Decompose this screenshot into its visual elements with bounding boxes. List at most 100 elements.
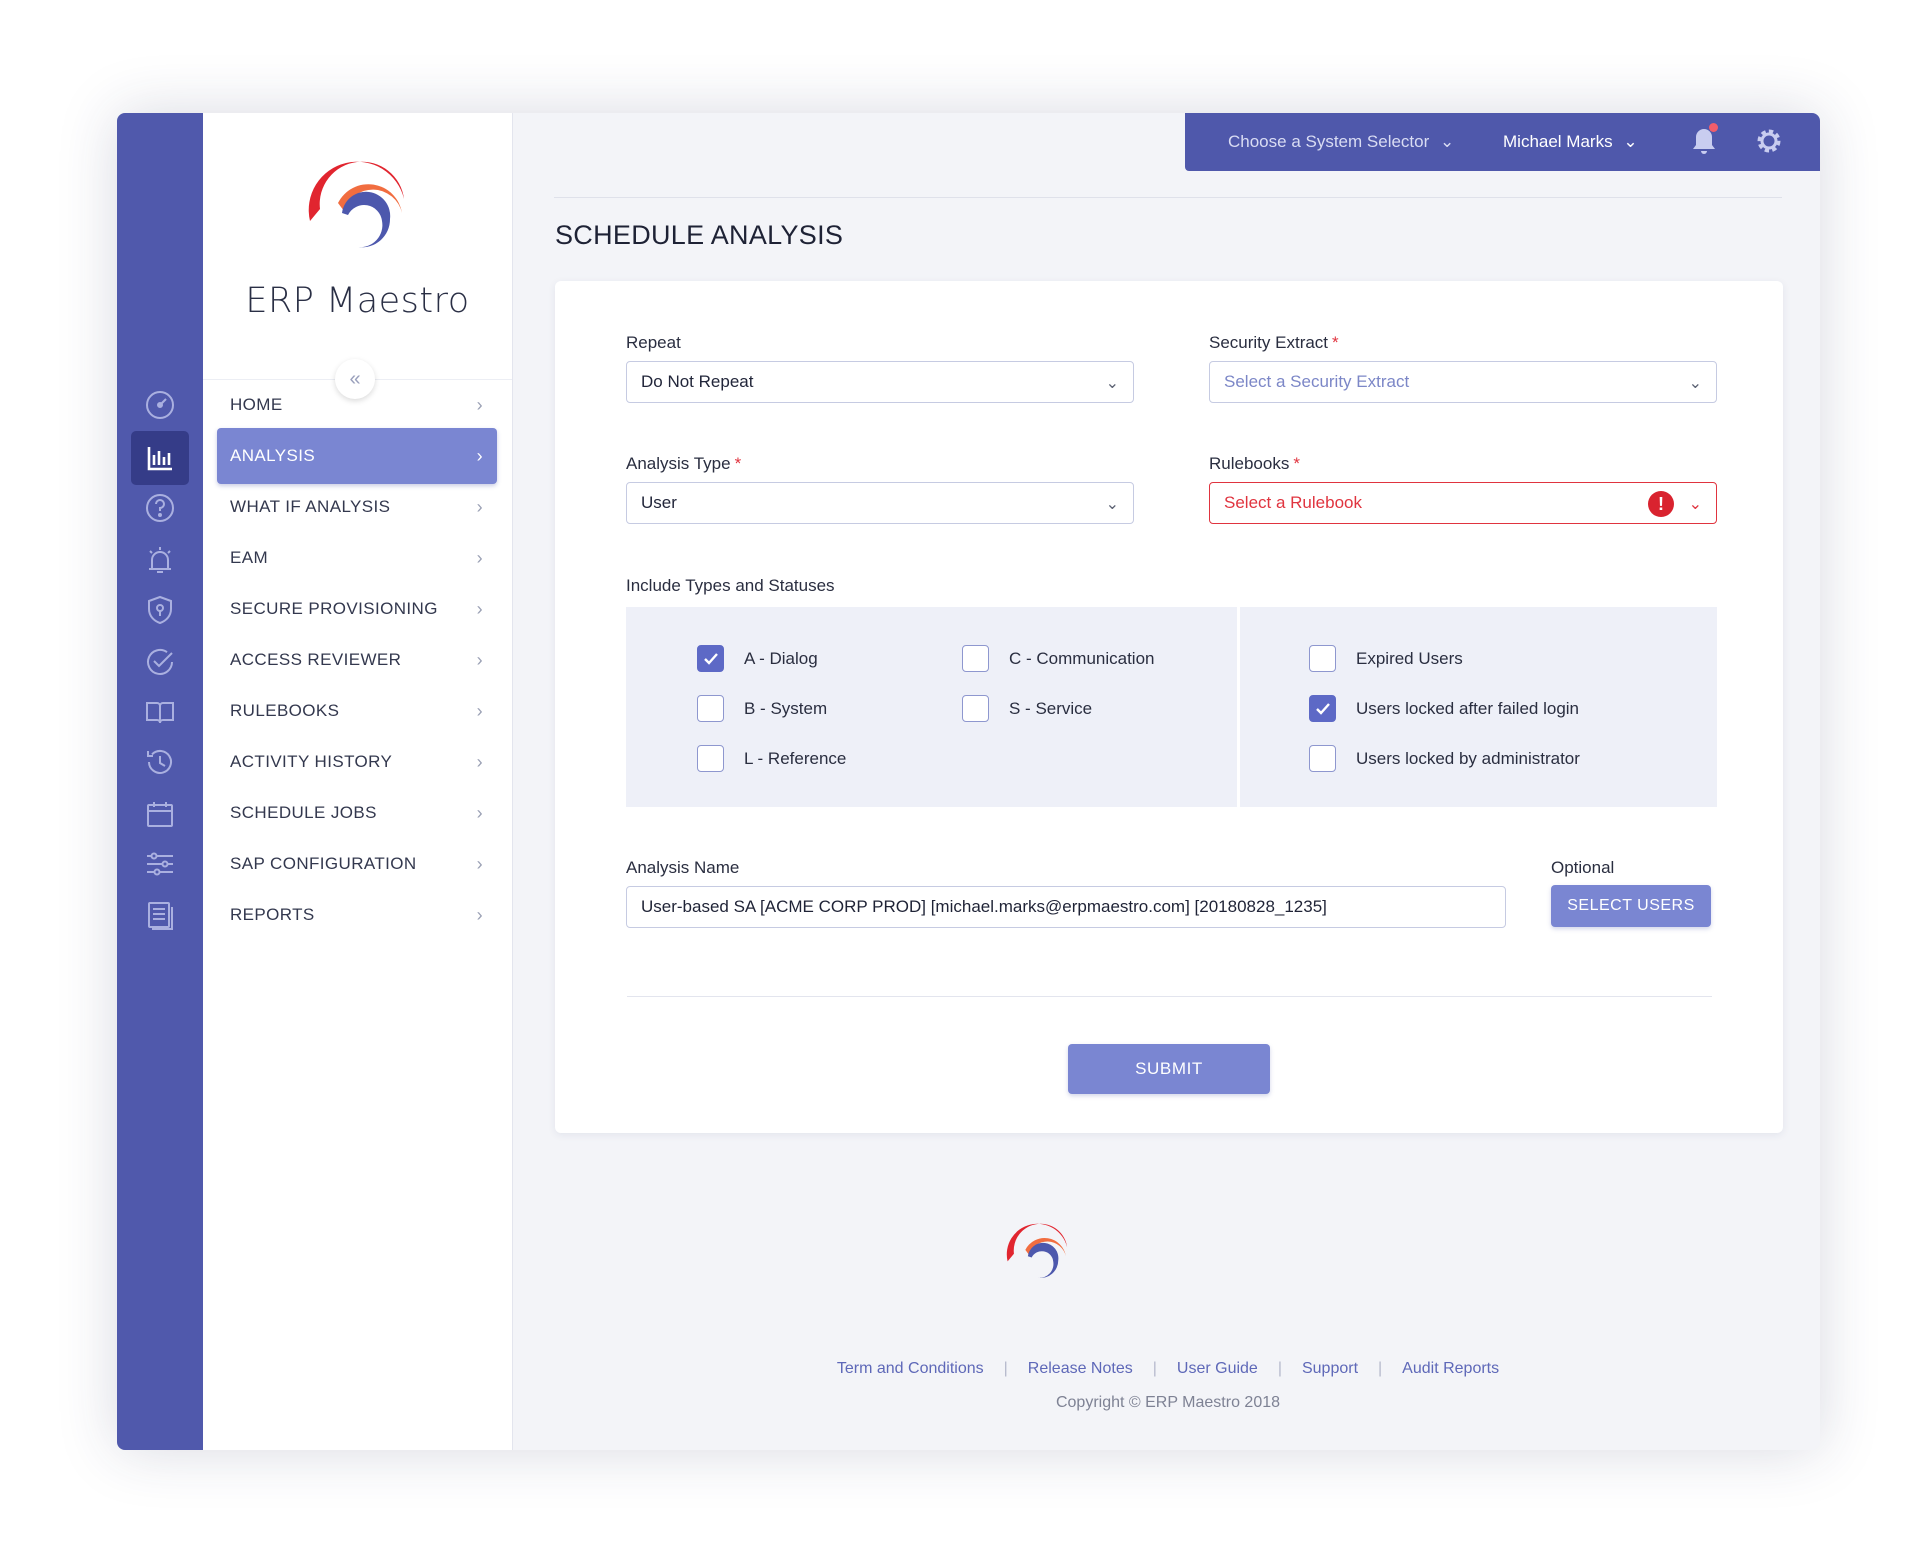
help-icon[interactable]: [131, 481, 189, 535]
rulebooks-label: Rulebooks *: [1209, 454, 1300, 473]
checkbox-label: Users locked after failed login: [1356, 698, 1580, 718]
checkbox-b-system[interactable]: B - System: [697, 695, 827, 722]
footer-link-support[interactable]: Support: [1302, 1360, 1358, 1378]
chevron-right-icon: ›: [476, 854, 483, 874]
checkbox-unchecked[interactable]: [962, 695, 989, 722]
checkbox-unchecked[interactable]: [962, 645, 989, 672]
header-divider: [554, 197, 1782, 198]
analysis-name-value: User-based SA [ACME CORP PROD] [michael.…: [641, 897, 1327, 916]
chevron-right-icon: ›: [476, 497, 483, 517]
sidebar-item-sap-configuration[interactable]: SAP CONFIGURATION ›: [217, 836, 497, 892]
sidebar-item-label: ANALYSIS: [230, 446, 316, 465]
sidebar-item-label: SCHEDULE JOBS: [230, 803, 377, 822]
checkbox-unchecked[interactable]: [1309, 745, 1336, 772]
types-section-label: Include Types and Statuses: [626, 576, 835, 595]
user-menu-dropdown[interactable]: Michael Marks ⌄: [1503, 132, 1638, 152]
sidebar-item-access-reviewer[interactable]: ACCESS REVIEWER ›: [217, 632, 497, 688]
speedometer-icon[interactable]: [131, 378, 189, 432]
chevron-down-icon: ⌄: [1688, 496, 1702, 513]
sidebar-item-label: RULEBOOKS: [230, 701, 340, 720]
chevron-right-icon: ›: [476, 803, 483, 823]
system-selector-label: Choose a System Selector: [1228, 132, 1430, 151]
shield-icon[interactable]: [131, 583, 189, 637]
chevron-down-icon: ⌄: [1623, 132, 1638, 151]
sidebar-item-label: SAP CONFIGURATION: [230, 854, 417, 873]
checkbox-users-locked-by-admin[interactable]: Users locked by administrator: [1309, 745, 1580, 772]
sidebar-item-label: ACTIVITY HISTORY: [230, 752, 393, 771]
analysis-type-label: Analysis Type *: [626, 454, 742, 473]
sliders-icon[interactable]: [131, 837, 189, 891]
schedule-analysis-form: Repeat Do Not Repeat ⌄ Security Extract *…: [555, 281, 1783, 1133]
sidebar-item-home[interactable]: HOME ›: [217, 377, 497, 433]
checkbox-label: A - Dialog: [744, 648, 818, 668]
chevron-right-icon: ›: [476, 446, 483, 466]
sidebar-item-activity-history[interactable]: ACTIVITY HISTORY ›: [217, 734, 497, 790]
checkbox-unchecked[interactable]: [697, 695, 724, 722]
user-name: Michael Marks: [1503, 132, 1613, 151]
footer-link-terms[interactable]: Term and Conditions: [837, 1360, 984, 1378]
chevron-down-icon: ⌄: [1688, 375, 1702, 392]
chevron-right-icon: ›: [476, 905, 483, 925]
chevron-down-icon: ⌄: [1105, 375, 1119, 392]
select-users-button[interactable]: SELECT USERS: [1551, 885, 1711, 927]
gear-icon[interactable]: [1754, 126, 1784, 161]
chevron-down-icon: ⌄: [1440, 132, 1455, 151]
calendar-icon[interactable]: [131, 787, 189, 841]
analysis-type-select[interactable]: User ⌄: [626, 482, 1134, 524]
checkbox-label: C - Communication: [1009, 648, 1155, 668]
sidebar-item-eam[interactable]: EAM ›: [217, 530, 497, 586]
separator: |: [1152, 1360, 1157, 1377]
checkbox-label: Users locked by administrator: [1356, 748, 1580, 768]
checkbox-label: Expired Users: [1356, 648, 1463, 668]
security-extract-placeholder: Select a Security Extract: [1224, 372, 1410, 391]
history-icon[interactable]: [131, 735, 189, 789]
sidebar-item-label: EAM: [230, 548, 269, 567]
bar-chart-icon[interactable]: [131, 431, 189, 485]
checkbox-expired-users[interactable]: Expired Users: [1309, 645, 1463, 672]
footer-link-release-notes[interactable]: Release Notes: [1028, 1360, 1133, 1378]
analysis-name-input[interactable]: User-based SA [ACME CORP PROD] [michael.…: [626, 886, 1506, 928]
sidebar-item-label: REPORTS: [230, 905, 315, 924]
checkbox-label: S - Service: [1009, 698, 1093, 718]
footer-link-user-guide[interactable]: User Guide: [1177, 1360, 1258, 1378]
sidebar-item-analysis[interactable]: ANALYSIS ›: [217, 428, 497, 484]
checkbox-unchecked[interactable]: [1309, 645, 1336, 672]
security-extract-label: Security Extract *: [1209, 333, 1339, 352]
submit-button[interactable]: SUBMIT: [1068, 1044, 1270, 1094]
separator: |: [1277, 1360, 1282, 1377]
separator: |: [1003, 1360, 1008, 1377]
document-icon[interactable]: [131, 889, 189, 943]
system-selector-dropdown[interactable]: Choose a System Selector ⌄: [1228, 132, 1454, 152]
checkbox-checked[interactable]: [697, 645, 724, 672]
check-circle-icon[interactable]: [131, 635, 189, 689]
repeat-select[interactable]: Do Not Repeat ⌄: [626, 361, 1134, 403]
chevron-right-icon: ›: [476, 650, 483, 670]
security-extract-select[interactable]: Select a Security Extract ⌄: [1209, 361, 1717, 403]
sidebar-item-schedule-jobs[interactable]: SCHEDULE JOBS ›: [217, 785, 497, 841]
sidebar-item-label: WHAT IF ANALYSIS: [230, 497, 391, 516]
book-icon[interactable]: [131, 685, 189, 739]
sidebar-item-what-if-analysis[interactable]: WHAT IF ANALYSIS ›: [217, 479, 497, 535]
chevron-right-icon: ›: [476, 701, 483, 721]
chevron-right-icon: ›: [476, 548, 483, 568]
checkbox-users-locked-failed-login[interactable]: Users locked after failed login: [1309, 695, 1579, 722]
sidebar-item-rulebooks[interactable]: RULEBOOKS ›: [217, 683, 497, 739]
sidebar-item-secure-provisioning[interactable]: SECURE PROVISIONING ›: [217, 581, 497, 637]
app-window: ERP Maestro « HOME › ANALYSIS › WHAT IF AN…: [117, 113, 1820, 1450]
checkbox-l-reference[interactable]: L - Reference: [697, 745, 846, 772]
separator: |: [1378, 1360, 1383, 1377]
checkbox-c-communication[interactable]: C - Communication: [962, 645, 1155, 672]
sidebar-item-reports[interactable]: REPORTS ›: [217, 887, 497, 943]
sidebar-item-label: SECURE PROVISIONING: [230, 599, 438, 618]
analysis-name-label: Analysis Name: [626, 858, 740, 877]
copyright: Copyright © ERP Maestro 2018: [1055, 1394, 1281, 1411]
alarm-icon[interactable]: [131, 533, 189, 587]
checkbox-s-service[interactable]: S - Service: [962, 695, 1092, 722]
checkbox-a-dialog[interactable]: A - Dialog: [697, 645, 818, 672]
rulebooks-select[interactable]: Select a Rulebook ! ⌄: [1209, 482, 1717, 524]
checkbox-checked[interactable]: [1309, 695, 1336, 722]
footer-link-audit-reports[interactable]: Audit Reports: [1402, 1360, 1499, 1378]
rulebooks-placeholder: Select a Rulebook: [1224, 493, 1362, 512]
checkbox-unchecked[interactable]: [697, 745, 724, 772]
footer-links: Term and Conditions | Release Notes | Us…: [554, 1360, 1782, 1378]
